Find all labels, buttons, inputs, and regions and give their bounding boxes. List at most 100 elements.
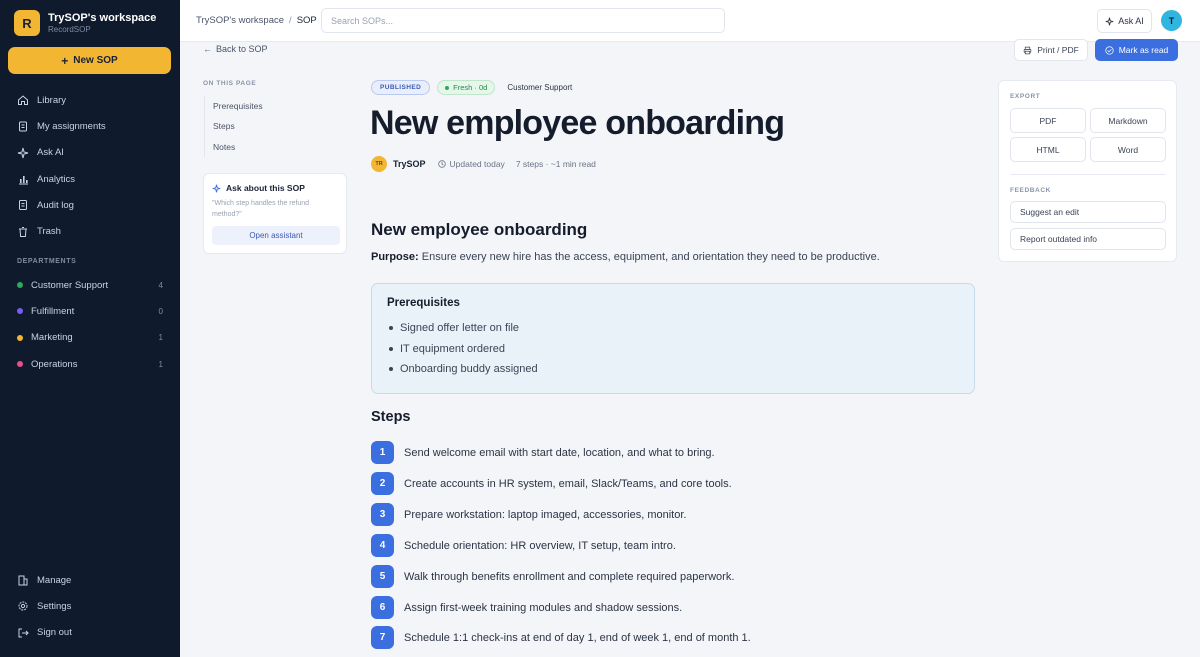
department-label: Operations (31, 358, 78, 370)
export-html-button[interactable]: HTML (1010, 137, 1086, 162)
department-color-dot (17, 308, 23, 315)
panel-divider (1010, 174, 1166, 175)
open-assistant-button[interactable]: Open assistant (212, 226, 340, 245)
department-label: Fulfillment (31, 305, 75, 317)
gear-icon (17, 600, 29, 612)
department-color-dot (17, 334, 23, 341)
export-pdf-button[interactable]: PDF (1010, 108, 1086, 133)
export-word-button[interactable]: Word (1090, 137, 1166, 162)
sidebar-item-analytics[interactable]: Analytics (0, 166, 180, 192)
departments-heading: DEPARTMENTS (17, 258, 77, 265)
ask-card-title: Ask about this SOP (212, 183, 305, 193)
toc-item-steps[interactable]: Steps (205, 116, 263, 136)
step-number: 4 (371, 534, 394, 557)
step-number: 6 (371, 596, 394, 619)
step-item: 5 Walk through benefits enrollment and c… (371, 565, 734, 588)
breadcrumb: TrySOP's workspace / SOP (196, 15, 317, 26)
step-text: Prepare workstation: laptop imaged, acce… (404, 508, 687, 521)
updated-label: Updated today (449, 159, 505, 169)
purpose-text: Purpose: Ensure every new hire has the a… (371, 251, 880, 263)
suggest-edit-button[interactable]: Suggest an edit (1010, 201, 1166, 223)
step-number: 7 (371, 626, 394, 649)
back-link[interactable]: ← Back to SOP (203, 44, 268, 54)
step-number: 3 (371, 503, 394, 526)
report-outdated-button[interactable]: Report outdated info (1010, 228, 1166, 250)
workspace-subtitle: RecordSOP (48, 25, 91, 34)
mark-as-read-button[interactable]: Mark as read (1095, 39, 1178, 61)
export-feedback-panel: EXPORT PDF Markdown HTML Word FEEDBACK S… (998, 80, 1177, 262)
purpose-value: Ensure every new hire has the access, eq… (421, 251, 880, 263)
sidebar-item-library[interactable]: Library (0, 87, 180, 113)
sop-badges: PUBLISHED Fresh · 0d Customer Support (371, 80, 572, 95)
sparkle-icon (17, 147, 29, 159)
prerequisites-box: Prerequisites Signed offer letter on fil… (371, 283, 975, 394)
step-item: 1 Send welcome email with start date, lo… (371, 441, 715, 464)
step-item: 6 Assign first-week training modules and… (371, 596, 682, 619)
department-item-customer-support[interactable]: Customer Support 4 (0, 272, 180, 298)
export-markdown-button[interactable]: Markdown (1090, 108, 1166, 133)
sidebar-item-sign-out[interactable]: Sign out (0, 620, 180, 646)
building-icon (17, 574, 29, 586)
export-heading: EXPORT (1010, 93, 1041, 100)
sidebar-item-audit-log[interactable]: Audit log (0, 192, 180, 218)
department-count: 0 (158, 306, 163, 316)
toc-item-notes[interactable]: Notes (205, 137, 263, 157)
prerequisites-title: Prerequisites (387, 297, 460, 309)
ask-about-sop-card: Ask about this SOP "Which step handles t… (203, 173, 347, 254)
sidebar-item-label: Library (37, 94, 67, 106)
sidebar: R TrySOP's workspace RecordSOP + New SOP… (0, 0, 180, 657)
clipboard-icon (17, 120, 29, 132)
ask-card-title-text: Ask about this SOP (226, 183, 305, 193)
freshness-badge: Fresh · 0d (437, 80, 496, 95)
sidebar-item-label: Manage (37, 574, 72, 586)
print-pdf-button[interactable]: Print / PDF (1014, 39, 1088, 61)
department-item-marketing[interactable]: Marketing 1 (0, 325, 180, 351)
department-item-fulfillment[interactable]: Fulfillment 0 (0, 298, 180, 324)
step-text: Send welcome email with start date, loca… (404, 446, 715, 459)
page-title: New employee onboarding (370, 104, 785, 142)
workspace-switcher[interactable]: R TrySOP's workspace RecordSOP (14, 10, 156, 36)
sidebar-item-label: Ask AI (37, 147, 64, 159)
search-input[interactable] (321, 8, 725, 33)
department-tag[interactable]: Customer Support (507, 83, 572, 92)
ask-ai-button[interactable]: Ask AI (1097, 9, 1152, 33)
toc-item-prerequisites[interactable]: Prerequisites (205, 96, 263, 116)
department-count: 1 (158, 359, 163, 369)
sidebar-item-manage[interactable]: Manage (0, 567, 180, 593)
steps-meta: 7 steps · ~1 min read (515, 159, 596, 169)
step-item: 2 Create accounts in HR system, email, S… (371, 472, 732, 495)
printer-icon (1023, 46, 1032, 55)
updated-info: Updated today (437, 159, 505, 169)
list-item: IT equipment ordered (389, 342, 538, 363)
step-item: 4 Schedule orientation: HR overview, IT … (371, 534, 676, 557)
step-text: Assign first-week training modules and s… (404, 601, 683, 614)
steps-heading: Steps (371, 409, 411, 425)
department-item-operations[interactable]: Operations 1 (0, 351, 180, 377)
sidebar-item-settings[interactable]: Settings (0, 593, 180, 619)
sidebar-item-ask-ai[interactable]: Ask AI (0, 140, 180, 166)
status-dot (445, 85, 450, 90)
ask-ai-label: Ask AI (1118, 16, 1144, 26)
user-avatar[interactable]: T (1161, 10, 1182, 31)
content-heading: New employee onboarding (371, 220, 588, 239)
check-circle-icon (1105, 45, 1114, 55)
breadcrumb-current: SOP (296, 15, 317, 26)
sign-out-icon (17, 627, 29, 639)
workspace-logo: R (14, 10, 40, 36)
prerequisites-list: Signed offer letter on file IT equipment… (389, 321, 538, 383)
sparkle-icon (1105, 17, 1114, 26)
sidebar-item-my-assignments[interactable]: My assignments (0, 113, 180, 139)
new-sop-label: New SOP (73, 55, 118, 66)
print-label: Print / PDF (1037, 45, 1079, 55)
breadcrumb-workspace[interactable]: TrySOP's workspace (196, 15, 284, 26)
sidebar-item-trash[interactable]: Trash (0, 218, 180, 244)
new-sop-button[interactable]: + New SOP (8, 47, 171, 74)
department-label: Customer Support (31, 279, 109, 291)
mark-read-label: Mark as read (1118, 45, 1169, 55)
department-color-dot (17, 282, 23, 289)
departments-list: Customer Support 4 Fulfillment 0 Marketi… (0, 272, 180, 377)
home-icon (17, 94, 29, 106)
toc-heading: ON THIS PAGE (203, 80, 257, 87)
author-name: TrySOP (393, 159, 426, 169)
workspace-name: TrySOP's workspace (48, 12, 157, 24)
